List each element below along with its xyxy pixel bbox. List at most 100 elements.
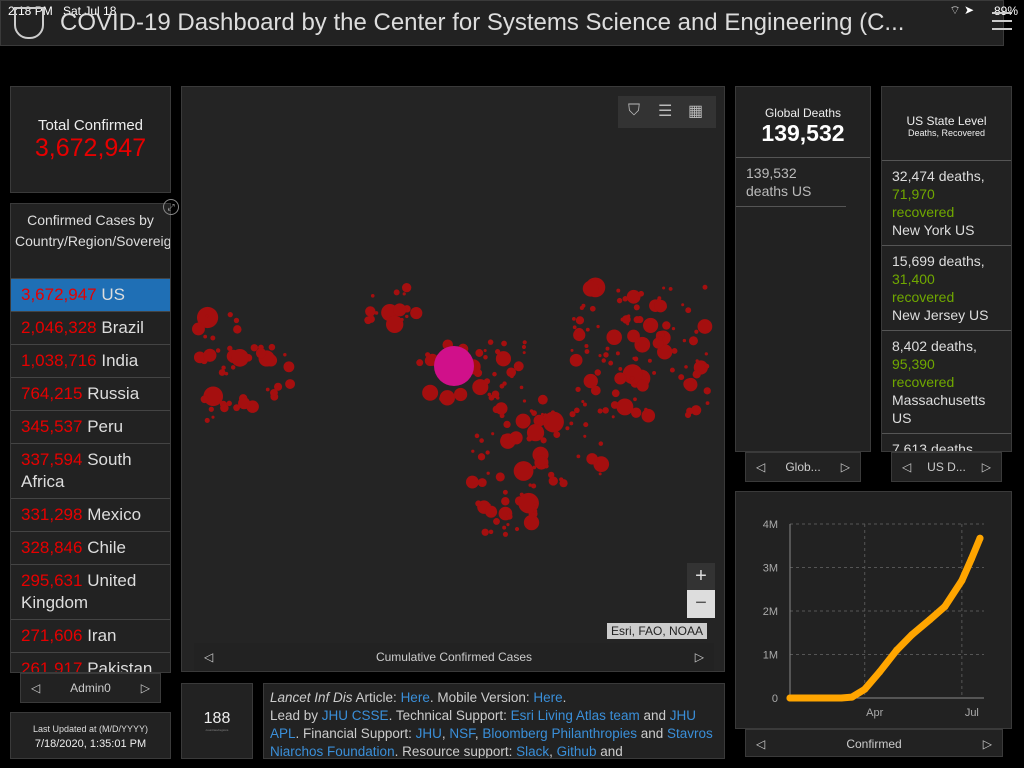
country-list-item[interactable]: 337,594 South Africa (11, 444, 170, 499)
case-bubble[interactable] (685, 307, 692, 314)
map-panel[interactable]: ⛉ ☰ ▦ + − Esri, FAO, NOAA ◁ Cumulative Co… (181, 86, 725, 672)
case-bubble[interactable] (697, 319, 713, 334)
case-bubble[interactable] (614, 372, 627, 385)
case-bubble[interactable] (485, 505, 498, 518)
confirmed-chart[interactable]: 0 1M 2M 3M 4M Apr Jul (736, 492, 1013, 730)
case-bubble[interactable] (523, 514, 540, 531)
case-bubble[interactable] (596, 324, 600, 329)
case-bubble[interactable] (584, 343, 589, 348)
case-bubble[interactable] (515, 413, 531, 429)
case-bubble[interactable] (684, 365, 688, 369)
case-bubble[interactable] (365, 306, 376, 317)
case-bubble[interactable] (581, 399, 585, 404)
case-bubble[interactable] (509, 431, 523, 445)
case-bubble[interactable] (481, 528, 489, 536)
next-icon[interactable]: ▷ (141, 674, 150, 702)
next-icon[interactable]: ▷ (983, 730, 992, 758)
case-bubble[interactable] (647, 358, 652, 363)
country-list-item[interactable]: 271,606 Iran (11, 620, 170, 653)
case-bubble[interactable] (598, 472, 602, 476)
case-bubble[interactable] (618, 367, 623, 371)
case-bubble[interactable] (506, 513, 513, 520)
case-bubble[interactable] (491, 432, 495, 436)
data-point[interactable] (786, 694, 794, 702)
case-bubble[interactable] (465, 475, 479, 489)
case-bubble[interactable] (401, 282, 412, 293)
case-bubble[interactable] (605, 346, 610, 351)
prev-icon[interactable]: ◁ (204, 643, 213, 671)
case-bubble[interactable] (652, 370, 657, 375)
case-bubble[interactable] (548, 476, 558, 486)
case-bubble[interactable] (615, 351, 620, 356)
case-bubble[interactable] (238, 397, 251, 410)
case-bubble[interactable] (410, 306, 423, 320)
case-bubble[interactable] (598, 354, 602, 358)
case-bubble[interactable] (211, 415, 215, 419)
case-bubble[interactable] (231, 349, 249, 367)
case-bubble[interactable] (616, 398, 634, 416)
case-bubble[interactable] (569, 353, 583, 367)
country-list-item[interactable]: 261,917 Pakistan (11, 653, 170, 672)
data-point[interactable] (967, 555, 975, 563)
info-link[interactable]: Bloomberg Philanthropies (482, 726, 637, 741)
case-bubble[interactable] (477, 453, 486, 461)
case-bubble[interactable] (273, 382, 283, 391)
case-bubble[interactable] (233, 317, 240, 324)
case-bubble[interactable] (643, 317, 659, 333)
case-bubble[interactable] (633, 316, 641, 324)
data-point[interactable] (876, 668, 884, 676)
case-bubble[interactable] (569, 421, 574, 426)
case-bubble[interactable] (210, 335, 216, 341)
case-bubble[interactable] (542, 415, 546, 419)
case-bubble[interactable] (678, 374, 685, 381)
country-list-item[interactable]: 345,537 Peru (11, 411, 170, 444)
case-bubble[interactable] (641, 408, 656, 423)
case-bubble[interactable] (589, 305, 596, 312)
case-bubble[interactable] (472, 379, 489, 396)
case-bubble[interactable] (654, 299, 667, 313)
case-bubble[interactable] (393, 303, 407, 317)
case-bubble[interactable] (479, 438, 484, 443)
info-link[interactable]: NSF (449, 726, 475, 741)
case-bubble[interactable] (205, 314, 209, 318)
case-bubble[interactable] (601, 358, 606, 363)
case-bubble[interactable] (364, 316, 373, 325)
case-bubble[interactable] (540, 437, 547, 444)
case-bubble[interactable] (636, 379, 649, 392)
case-bubble[interactable] (506, 523, 510, 527)
case-bubble[interactable] (583, 434, 587, 438)
case-bubble[interactable] (550, 410, 555, 415)
case-bubble[interactable] (487, 339, 494, 345)
case-bubble[interactable] (611, 389, 620, 398)
case-bubble[interactable] (531, 483, 537, 489)
case-bubble[interactable] (635, 342, 640, 347)
case-bubble[interactable] (522, 399, 527, 403)
case-bubble[interactable] (471, 449, 475, 453)
case-bubble[interactable] (572, 325, 577, 330)
case-bubble[interactable] (502, 531, 509, 537)
case-bubble[interactable] (586, 453, 598, 465)
case-bubble[interactable] (598, 441, 604, 446)
case-bubble[interactable] (501, 497, 510, 506)
info-link[interactable]: Here (533, 690, 562, 705)
zoom-out-button[interactable]: − (687, 590, 715, 618)
case-bubble[interactable] (522, 340, 527, 345)
case-bubble[interactable] (218, 369, 226, 376)
case-bubble[interactable] (402, 292, 406, 296)
case-bubble-us-selected[interactable] (434, 346, 474, 386)
case-bubble[interactable] (533, 509, 538, 513)
case-bubble[interactable] (488, 529, 494, 535)
case-bubble[interactable] (702, 284, 708, 290)
case-bubble[interactable] (662, 321, 671, 330)
case-bubble[interactable] (620, 317, 625, 322)
us-state-item[interactable]: 32,474 deaths, 71,970 recovered New York U… (882, 161, 1011, 246)
case-bubble[interactable] (492, 371, 497, 377)
next-icon[interactable]: ▷ (695, 643, 704, 671)
next-icon[interactable]: ▷ (982, 453, 991, 481)
case-bubble[interactable] (543, 411, 564, 433)
case-bubble[interactable] (533, 503, 538, 507)
case-bubble[interactable] (575, 386, 581, 393)
zoom-in-button[interactable]: + (687, 563, 715, 591)
case-bubble[interactable] (192, 322, 205, 336)
case-bubble[interactable] (532, 465, 537, 470)
